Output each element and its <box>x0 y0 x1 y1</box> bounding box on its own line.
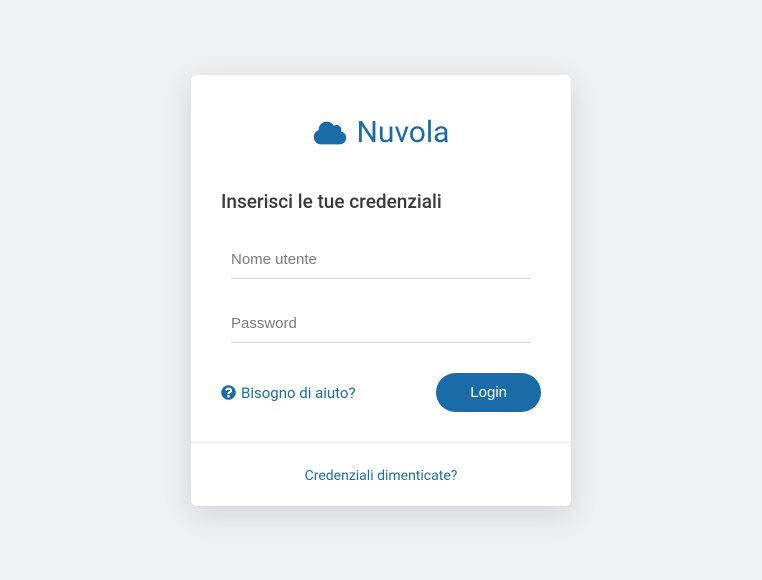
question-circle-icon <box>221 385 236 400</box>
card-body: Nuvola Inserisci le tue credenziali Biso… <box>191 75 571 442</box>
username-input[interactable] <box>231 241 531 279</box>
password-field-wrap <box>221 305 541 343</box>
help-link[interactable]: Bisogno di aiuto? <box>221 384 356 402</box>
forgot-credentials-link[interactable]: Credenziali dimenticate? <box>305 468 458 484</box>
card-footer: Credenziali dimenticate? <box>191 442 571 506</box>
help-link-text: Bisogno di aiuto? <box>241 384 356 402</box>
password-input[interactable] <box>231 305 531 343</box>
login-button[interactable]: Login <box>436 373 541 412</box>
username-field-wrap <box>221 241 541 279</box>
logo-text: Nuvola <box>357 115 450 150</box>
cloud-icon <box>313 120 347 146</box>
subtitle: Inserisci le tue credenziali <box>221 190 541 213</box>
action-row: Bisogno di aiuto? Login <box>221 373 541 412</box>
logo: Nuvola <box>221 115 541 150</box>
login-card: Nuvola Inserisci le tue credenziali Biso… <box>191 75 571 506</box>
